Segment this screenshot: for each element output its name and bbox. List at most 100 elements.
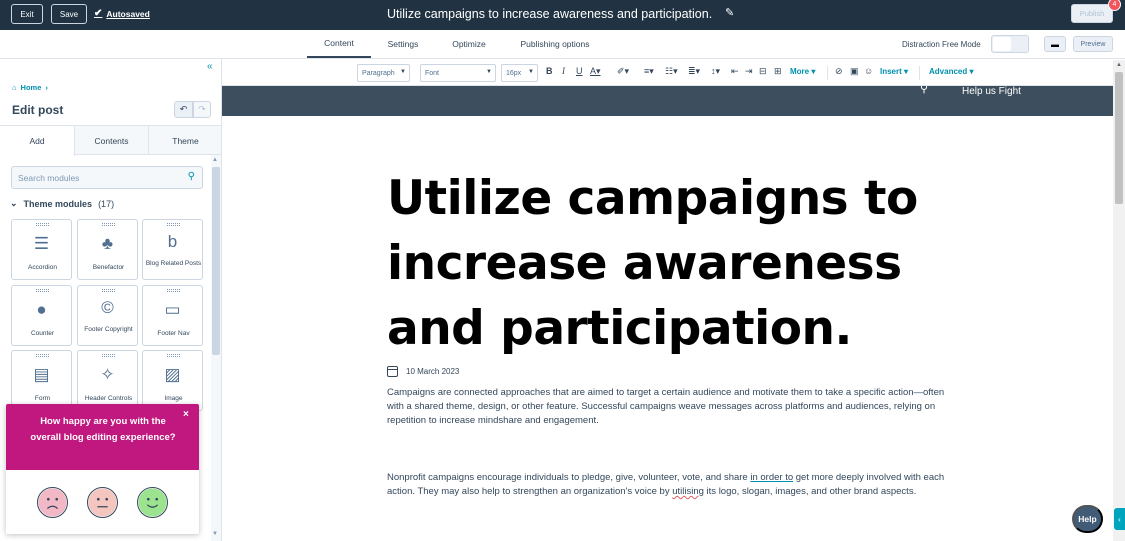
link-icon[interactable]: ⊘ bbox=[835, 66, 843, 77]
search-icon[interactable]: ⚲ bbox=[188, 171, 195, 182]
side-panel-toggle[interactable]: ‹ bbox=[1114, 508, 1125, 530]
post-headline[interactable]: Utilize campaigns to increase awareness … bbox=[387, 166, 947, 361]
drag-handle-icon[interactable] bbox=[167, 223, 180, 226]
bold-icon[interactable]: B bbox=[546, 66, 553, 76]
undo-button[interactable]: ↶ bbox=[174, 101, 193, 118]
search-input[interactable] bbox=[18, 171, 178, 185]
advanced-menu[interactable]: Advanced ▾ bbox=[929, 67, 973, 76]
close-icon[interactable]: × bbox=[183, 409, 189, 420]
drag-handle-icon[interactable] bbox=[102, 354, 115, 357]
sidebar-tab-theme[interactable]: Theme bbox=[149, 126, 221, 155]
toggle-knob bbox=[993, 37, 1011, 51]
align-icon[interactable]: ≡▾ bbox=[644, 66, 654, 77]
spelling-suggestion[interactable]: utilising bbox=[672, 486, 704, 497]
sidebar-tab-add[interactable]: Add bbox=[0, 126, 75, 156]
module-search: ⚲ bbox=[11, 166, 203, 189]
module-header-controls[interactable]: ✧ Header Controls bbox=[77, 350, 138, 411]
drag-handle-icon[interactable] bbox=[102, 223, 115, 226]
drag-handle-icon[interactable] bbox=[167, 354, 180, 357]
comment-button[interactable]: ▬ bbox=[1044, 36, 1066, 52]
font-value: Font bbox=[425, 69, 440, 77]
numbered-list-icon[interactable]: ≣▾ bbox=[688, 66, 700, 77]
tab-settings[interactable]: Settings bbox=[378, 30, 428, 58]
redo-button[interactable]: ↷ bbox=[193, 101, 211, 118]
blog-related-posts-icon: b bbox=[167, 232, 178, 251]
font-size-value: 16px bbox=[506, 69, 522, 77]
font-size-dropdown[interactable]: 16px ▼ bbox=[501, 64, 538, 82]
body-paragraph[interactable]: Campaigns are connected approaches that … bbox=[387, 386, 952, 428]
neutral-face-icon[interactable] bbox=[87, 487, 118, 518]
save-button[interactable]: Save bbox=[51, 4, 87, 24]
tab-publishing-options[interactable]: Publishing options bbox=[510, 30, 600, 58]
drag-handle-icon[interactable] bbox=[167, 289, 180, 292]
section-count: (17) bbox=[98, 198, 115, 209]
drag-handle-icon[interactable] bbox=[36, 354, 49, 357]
tab-optimize[interactable]: Optimize bbox=[444, 30, 494, 58]
scroll-up-icon[interactable]: ▲ bbox=[212, 157, 218, 163]
module-image[interactable]: ▨ Image bbox=[142, 350, 203, 411]
drag-handle-icon[interactable] bbox=[102, 289, 115, 292]
highlight-icon[interactable]: ✐▾ bbox=[617, 66, 629, 77]
body-paragraph[interactable]: Nonprofit campaigns encourage individual… bbox=[387, 471, 952, 499]
module-blog-related-posts[interactable]: b Blog Related Posts bbox=[142, 219, 203, 280]
form-icon: ▤ bbox=[33, 365, 50, 384]
sad-face-icon[interactable] bbox=[37, 487, 68, 518]
publish-button[interactable]: Publish bbox=[1071, 4, 1113, 23]
exit-button[interactable]: Exit bbox=[11, 4, 43, 24]
top-bar: Exit Save ✔ Autosaved Utilize campaigns … bbox=[0, 0, 1125, 30]
drag-handle-icon[interactable] bbox=[36, 223, 49, 226]
caret-down-icon: ▼ bbox=[486, 69, 492, 75]
search-icon: ⚲ bbox=[920, 86, 929, 95]
theme-modules-header[interactable]: ⌄ Theme modules (17) bbox=[10, 198, 114, 209]
pencil-icon[interactable]: ✎ bbox=[725, 6, 734, 19]
module-counter[interactable]: ● Counter bbox=[11, 285, 72, 346]
collapse-sidebar-icon[interactable]: « bbox=[207, 61, 213, 72]
check-icon: ✔ bbox=[94, 8, 103, 19]
module-form[interactable]: ▤ Form bbox=[11, 350, 72, 411]
emoji-icon[interactable]: ☺ bbox=[864, 66, 873, 76]
bulleted-list-icon[interactable]: ☷▾ bbox=[665, 66, 678, 77]
sidebar-tab-contents[interactable]: Contents bbox=[75, 126, 149, 155]
distraction-free-label: Distraction Free Mode bbox=[902, 40, 981, 49]
happy-face-icon[interactable] bbox=[137, 487, 168, 518]
italic-icon[interactable]: I bbox=[562, 66, 565, 76]
paragraph-value: Paragraph bbox=[362, 69, 395, 77]
canvas-scroll-thumb[interactable] bbox=[1115, 72, 1123, 204]
tab-content[interactable]: Content bbox=[307, 30, 371, 58]
outdent-icon[interactable]: ⇥ bbox=[745, 66, 753, 77]
drag-handle-icon[interactable] bbox=[36, 289, 49, 292]
module-footer-copyright[interactable]: © Footer Copyright bbox=[77, 285, 138, 346]
image-icon: ▨ bbox=[164, 365, 181, 384]
special-char-icon[interactable]: ⊞ bbox=[774, 66, 782, 77]
post-title[interactable]: Utilize campaigns to increase awareness … bbox=[387, 7, 712, 21]
module-footer-nav[interactable]: ▭ Footer Nav bbox=[142, 285, 203, 346]
autosaved-status[interactable]: ✔ Autosaved bbox=[94, 8, 150, 19]
grammar-suggestion[interactable]: in order to bbox=[750, 472, 793, 483]
font-dropdown[interactable]: Font ▼ bbox=[420, 64, 496, 82]
chevron-right-icon: › bbox=[45, 83, 48, 92]
text-color-icon[interactable]: A▾ bbox=[590, 66, 601, 77]
breadcrumb-home[interactable]: Home bbox=[21, 83, 42, 92]
image-insert-icon[interactable]: ▣ bbox=[850, 66, 859, 77]
distraction-free-toggle[interactable] bbox=[991, 35, 1029, 53]
line-height-icon[interactable]: ↕▾ bbox=[711, 66, 720, 77]
breadcrumb[interactable]: ⌂ Home › bbox=[12, 83, 48, 92]
sidebar-scroll-thumb[interactable] bbox=[212, 167, 220, 355]
scroll-up-icon[interactable]: ▲ bbox=[1116, 62, 1122, 68]
underline-icon[interactable]: U bbox=[576, 66, 583, 76]
editor-canvas[interactable]: ⚲ Help us Fight Utilize campaigns to inc… bbox=[222, 86, 1113, 541]
module-label: Form bbox=[34, 395, 51, 402]
preview-button[interactable]: Preview bbox=[1073, 36, 1113, 52]
site-header: ⚲ Help us Fight bbox=[222, 86, 1113, 116]
help-button[interactable]: Help bbox=[1072, 505, 1103, 533]
module-benefactor[interactable]: ♣ Benefactor bbox=[77, 219, 138, 280]
clear-format-icon[interactable]: ⊟ bbox=[759, 66, 767, 77]
scroll-down-icon[interactable]: ▼ bbox=[212, 531, 218, 537]
paragraph-dropdown[interactable]: Paragraph ▼ bbox=[357, 64, 410, 82]
more-menu[interactable]: More ▾ bbox=[790, 67, 815, 76]
module-accordion[interactable]: ☰ Accordion bbox=[11, 219, 72, 280]
redo-icon: ↷ bbox=[198, 104, 206, 114]
indent-icon[interactable]: ⇤ bbox=[731, 66, 739, 77]
canvas-scrollbar[interactable]: ▲ bbox=[1113, 60, 1125, 541]
insert-menu[interactable]: Insert ▾ bbox=[880, 67, 908, 76]
